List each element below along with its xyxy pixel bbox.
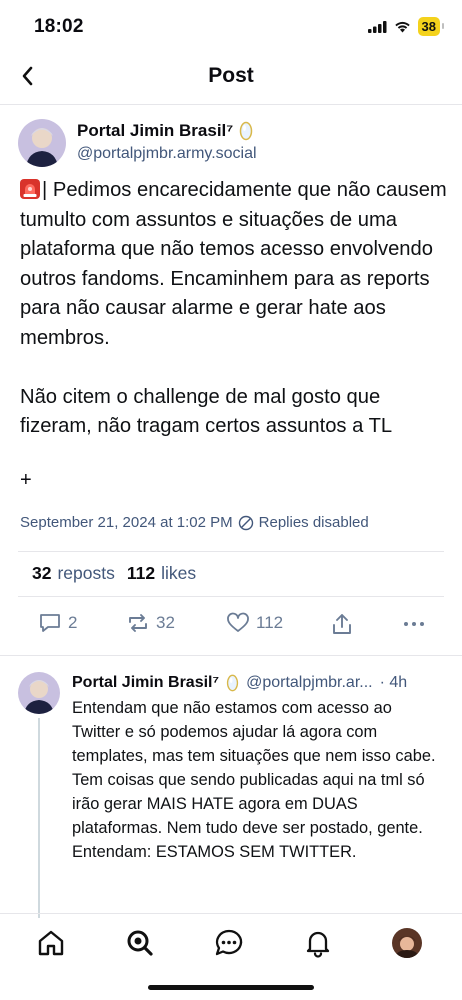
home-icon bbox=[38, 930, 64, 956]
reply-header[interactable]: Portal Jimin Brasil⁷ @portalpjmbr.ar... … bbox=[72, 674, 456, 692]
notifications-bell-icon bbox=[306, 931, 330, 958]
reposts-count[interactable]: 32 bbox=[32, 563, 51, 584]
nav-notifications[interactable] bbox=[303, 928, 333, 958]
author-avatar[interactable] bbox=[18, 119, 66, 167]
search-icon bbox=[127, 930, 153, 956]
reply-author-name[interactable]: Portal Jimin Brasil⁷ bbox=[72, 674, 219, 692]
repost-icon bbox=[129, 614, 147, 632]
status-icons: 38 bbox=[367, 17, 445, 36]
reply-count: 2 bbox=[68, 613, 78, 632]
chat-icon bbox=[215, 929, 243, 956]
reply-body[interactable]: Entendam que não estamos com acesso ao T… bbox=[72, 696, 442, 864]
post-body: | Pedimos encarecidamente que não causem… bbox=[20, 176, 450, 442]
like-button[interactable]: 112 bbox=[226, 612, 283, 634]
status-time: 18:02 bbox=[34, 16, 84, 37]
share-button[interactable] bbox=[330, 612, 354, 636]
reply-author-handle[interactable]: @portalpjmbr.ar... bbox=[246, 674, 373, 692]
replies-status: Replies disabled bbox=[258, 514, 369, 531]
profile-avatar[interactable] bbox=[392, 928, 422, 958]
moonstone-emoji-icon bbox=[226, 674, 239, 692]
cellular-signal-icon bbox=[367, 20, 387, 33]
post-meta: September 21, 2024 at 1:02 PM Replies di… bbox=[20, 514, 369, 531]
home-indicator bbox=[148, 985, 314, 990]
ellipsis-icon bbox=[404, 622, 424, 626]
heart-icon bbox=[227, 612, 249, 632]
repost-button[interactable]: 32 bbox=[126, 612, 175, 634]
reply-time: · 4h bbox=[379, 674, 408, 691]
share-icon bbox=[333, 614, 351, 634]
siren-emoji-icon bbox=[20, 179, 40, 199]
author-name-row[interactable]: Portal Jimin Brasil⁷ bbox=[77, 121, 253, 141]
post-plus: + bbox=[20, 469, 32, 491]
comment-icon bbox=[40, 614, 60, 632]
author-handle[interactable]: @portalpjmbr.army.social bbox=[77, 145, 257, 163]
nav-home[interactable] bbox=[36, 928, 66, 958]
author-name[interactable]: Portal Jimin Brasil⁷ bbox=[77, 121, 233, 141]
post-stats: 32 reposts 112 likes bbox=[32, 563, 202, 584]
likes-label[interactable]: likes bbox=[161, 563, 196, 584]
more-options-button[interactable] bbox=[402, 612, 426, 636]
like-count: 112 bbox=[256, 613, 284, 632]
back-button[interactable] bbox=[16, 64, 40, 88]
thread-line bbox=[38, 718, 40, 918]
bottom-nav bbox=[0, 928, 462, 962]
divider bbox=[0, 655, 462, 656]
nav-search[interactable] bbox=[125, 928, 155, 958]
post-actions: 2 32 112 bbox=[0, 612, 462, 640]
header-divider bbox=[0, 104, 462, 105]
chevron-left-icon bbox=[22, 66, 33, 86]
battery-icon: 38 bbox=[417, 17, 445, 36]
page-title: Post bbox=[208, 64, 254, 87]
reply-author-avatar[interactable] bbox=[18, 672, 60, 714]
reposts-label[interactable]: reposts bbox=[57, 563, 114, 584]
replies-disabled-icon bbox=[238, 515, 253, 530]
likes-count[interactable]: 112 bbox=[127, 563, 155, 584]
divider bbox=[18, 596, 444, 597]
reply-button[interactable]: 2 bbox=[38, 612, 77, 634]
nav-divider bbox=[0, 913, 462, 914]
post-text: | Pedimos encarecidamente que não causem… bbox=[20, 179, 447, 437]
wifi-icon bbox=[394, 21, 410, 33]
divider bbox=[18, 551, 444, 552]
nav-chat[interactable] bbox=[214, 928, 244, 958]
repost-count: 32 bbox=[156, 613, 175, 632]
moonstone-emoji-icon bbox=[240, 121, 253, 141]
post-timestamp: September 21, 2024 at 1:02 PM bbox=[20, 514, 233, 531]
